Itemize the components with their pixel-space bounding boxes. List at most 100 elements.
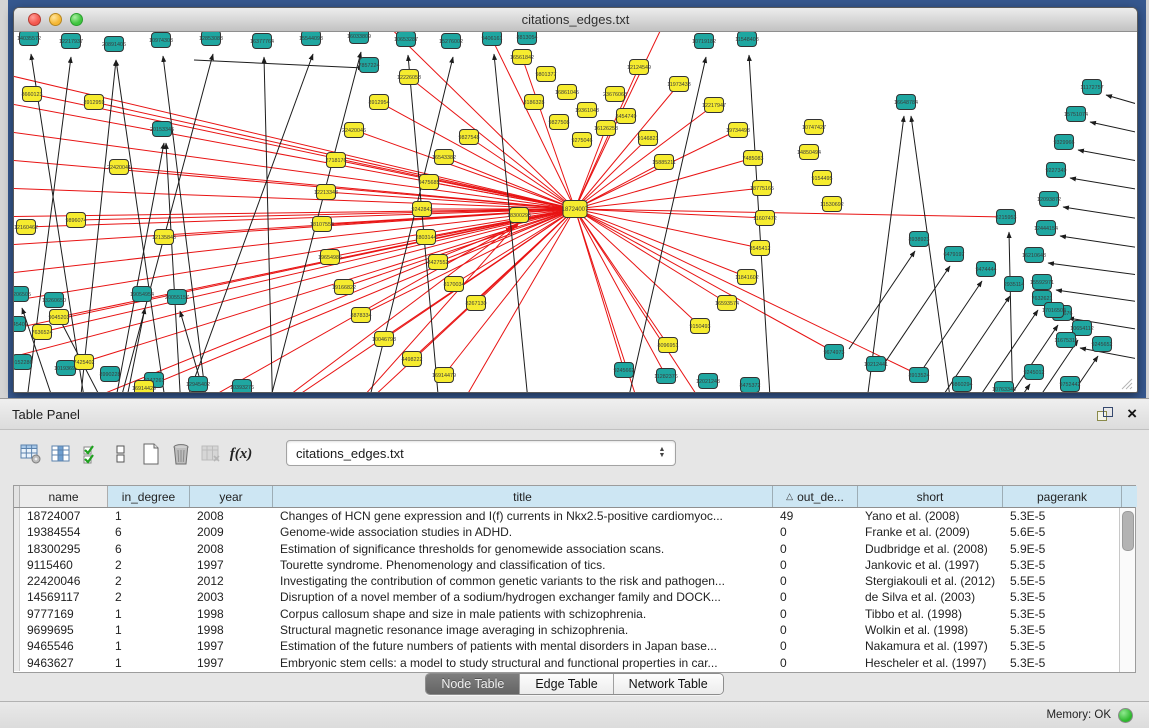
table-cell[interactable]: 0 (773, 541, 858, 557)
table-cell[interactable]: 0 (773, 573, 858, 589)
network-edge[interactable] (1078, 150, 1135, 164)
table-cell[interactable]: 5.3E-5 (1003, 557, 1119, 573)
tab-edge-table[interactable]: Edge Table (520, 674, 613, 694)
table-cell[interactable]: Jankovic et al. (1997) (858, 557, 1003, 573)
table-cell[interactable]: 22420046 (20, 573, 108, 589)
table-cell[interactable]: 18300295 (20, 541, 108, 557)
network-edge[interactable] (849, 251, 915, 349)
table-cell[interactable]: 9699695 (20, 622, 108, 638)
network-canvas[interactable]: 1403557212217937208914061097430312853083… (14, 32, 1135, 392)
network-edge[interactable] (1090, 122, 1135, 136)
column-header-title[interactable]: title (273, 486, 773, 507)
table-cell[interactable]: 5.3E-5 (1003, 655, 1119, 671)
table-panel-titlebar[interactable]: Table Panel × (0, 399, 1149, 430)
network-edge[interactable] (575, 209, 727, 303)
table-cell[interactable]: Corpus callosum shape and size in male p… (273, 606, 773, 622)
network-edge[interactable] (1056, 290, 1135, 304)
table-row[interactable]: 946362711997Embryonic stem cells: a mode… (14, 655, 1119, 671)
table-cell[interactable]: Estimation of the future numbers of pati… (273, 638, 773, 654)
delete-trash-icon[interactable] (166, 440, 196, 468)
table-cell[interactable]: 2009 (190, 524, 273, 540)
table-cell[interactable]: 5.5E-5 (1003, 573, 1119, 589)
table-cell[interactable]: 2003 (190, 589, 273, 605)
table-cell[interactable]: 1 (108, 638, 190, 654)
network-edge[interactable] (884, 266, 950, 364)
network-edge[interactable] (144, 209, 575, 388)
column-header-name[interactable]: name (20, 486, 108, 507)
show-column-icon[interactable] (46, 440, 76, 468)
tab-network-table[interactable]: Network Table (614, 674, 723, 694)
table-cell[interactable]: Tibbo et al. (1998) (858, 606, 1003, 622)
table-cell[interactable]: 5.3E-5 (1003, 606, 1119, 622)
select-columns-icon[interactable] (76, 440, 106, 468)
column-header-short[interactable]: short (858, 486, 1003, 507)
network-edge[interactable] (916, 281, 982, 379)
network-edge[interactable] (14, 67, 575, 209)
table-cell[interactable]: 5.6E-5 (1003, 524, 1119, 540)
table-cell[interactable]: Structural magnetic resonance image aver… (273, 622, 773, 638)
table-cell[interactable]: Hescheler et al. (1997) (858, 655, 1003, 671)
table-cell[interactable]: 1997 (190, 655, 273, 671)
table-cell[interactable]: Changes of HCN gene expression and I(f) … (273, 508, 773, 524)
table-cell[interactable]: 2008 (190, 541, 273, 557)
network-canvas-svg[interactable]: 1403557212217937208914061097430312853083… (14, 32, 1135, 392)
table-cell[interactable]: 2008 (190, 508, 273, 524)
table-cell[interactable]: 2012 (190, 573, 273, 589)
table-cell[interactable]: 5.3E-5 (1003, 589, 1119, 605)
network-edge[interactable] (575, 209, 1006, 217)
table-cell[interactable]: Dudbridge et al. (2008) (858, 541, 1003, 557)
table-cell[interactable]: 9115460 (20, 557, 108, 573)
network-edge[interactable] (116, 60, 174, 392)
table-cell[interactable]: 9777169 (20, 606, 108, 622)
table-row[interactable]: 946554611997Estimation of the future num… (14, 638, 1119, 654)
table-row[interactable]: 1872400712008Changes of HCN gene express… (14, 508, 1119, 524)
network-edge[interactable] (1070, 178, 1135, 192)
table-cell[interactable]: 1 (108, 606, 190, 622)
memory-ok-indicator[interactable] (1118, 708, 1133, 723)
table-source-combobox[interactable]: citations_edges.txt ▲▼ (286, 440, 676, 466)
close-window-button[interactable] (28, 13, 41, 26)
table-cell[interactable]: 0 (773, 655, 858, 671)
network-edge[interactable] (575, 209, 919, 375)
table-row[interactable]: 969969511998Structural magnetic resonanc… (14, 622, 1119, 638)
network-edge[interactable] (575, 105, 714, 209)
table-cell[interactable]: Estimation of significance thresholds fo… (273, 541, 773, 557)
float-panel-icon[interactable] (1097, 407, 1113, 421)
network-edge[interactable] (575, 162, 664, 209)
network-edge[interactable] (575, 209, 668, 345)
table-cell[interactable]: 2 (108, 557, 190, 573)
table-cell[interactable]: 0 (773, 524, 858, 540)
column-header-pagerank[interactable]: pagerank (1003, 486, 1122, 507)
network-edge[interactable] (104, 143, 164, 392)
network-edge[interactable] (14, 209, 575, 217)
column-header-in_degree[interactable]: in_degree (108, 486, 190, 507)
table-cell[interactable]: 6 (108, 541, 190, 557)
network-edge[interactable] (379, 102, 575, 209)
table-cell[interactable]: 1997 (190, 557, 273, 573)
table-cell[interactable]: 0 (773, 638, 858, 654)
table-cell[interactable]: 14569117 (20, 589, 108, 605)
table-cell[interactable]: 1998 (190, 606, 273, 622)
table-cell[interactable]: 9465546 (20, 638, 108, 654)
network-view-window[interactable]: citations_edges.txt 14035572122179372089… (13, 7, 1138, 393)
table-cell[interactable]: Stergiakouli et al. (2012) (858, 573, 1003, 589)
table-cell[interactable]: 1 (108, 622, 190, 638)
table-cell[interactable]: 5.3E-5 (1003, 508, 1119, 524)
table-cell[interactable]: 2 (108, 573, 190, 589)
network-edge[interactable] (1048, 263, 1135, 277)
network-edge[interactable] (14, 209, 575, 307)
table-cell[interactable]: Genome-wide association studies in ADHD. (273, 524, 773, 540)
table-cell[interactable]: 5.3E-5 (1003, 622, 1119, 638)
table-cell[interactable]: 1998 (190, 622, 273, 638)
network-edge[interactable] (1009, 232, 1014, 392)
table-cell[interactable]: 18724007 (20, 508, 108, 524)
table-cell[interactable]: 49 (773, 508, 858, 524)
minimize-window-button[interactable] (49, 13, 62, 26)
table-cell[interactable]: 9463627 (20, 655, 108, 671)
row-height-icon[interactable] (106, 440, 136, 468)
column-header-out_de[interactable]: △out_de... (773, 486, 858, 507)
table-cell[interactable]: Tourette syndrome. Phenomenology and cla… (273, 557, 773, 573)
network-edge[interactable] (194, 60, 364, 68)
table-cell[interactable]: 19384554 (20, 524, 108, 540)
table-cell[interactable]: 1997 (190, 638, 273, 654)
